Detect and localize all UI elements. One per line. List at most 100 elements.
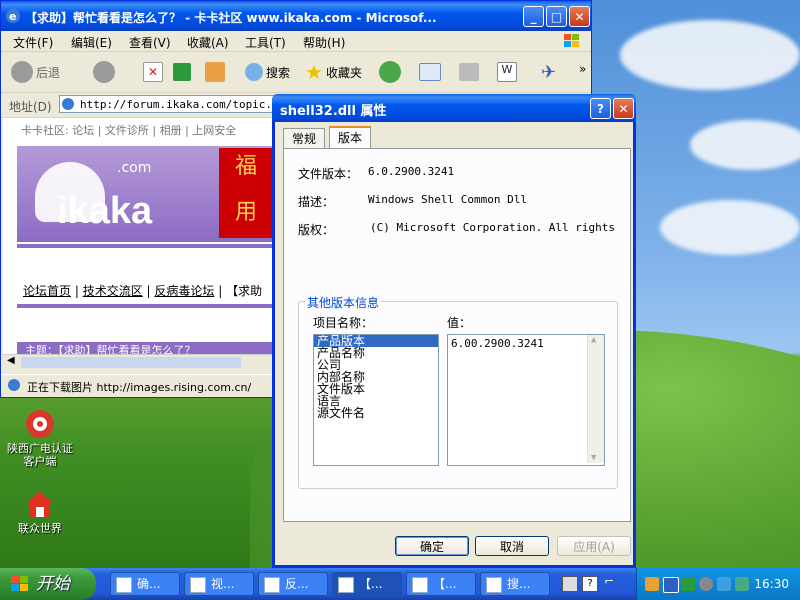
home-button[interactable] — [205, 60, 225, 84]
forward-button[interactable] — [93, 60, 115, 84]
cloud — [660, 200, 800, 255]
menu-tools[interactable]: 工具(T) — [245, 34, 286, 51]
keyboard-icon[interactable] — [562, 576, 578, 592]
scroll-up-icon[interactable]: ▲ — [591, 335, 596, 345]
task-button[interactable]: 搜... — [480, 572, 550, 596]
selected-value: 6.00.2900.3241 — [451, 337, 544, 350]
menu-file[interactable]: 文件(F) — [13, 34, 53, 51]
menu-help[interactable]: 帮助(H) — [303, 34, 345, 51]
site-banner: ikaka .com 福 用 — [17, 146, 273, 242]
task-label: 确... — [137, 577, 161, 591]
task-button[interactable]: 视... — [184, 572, 254, 596]
edit-button[interactable]: W — [497, 60, 517, 84]
list-item[interactable]: 源文件名 — [314, 407, 438, 419]
desktop-icon-label: 陕西广电认证 — [7, 442, 73, 455]
home-icon — [205, 62, 225, 82]
site-top-nav[interactable]: 卡卡社区: 论坛 | 文件诊所 | 相册 | 上网安全 — [21, 122, 236, 138]
properties-dialog: shell32.dll 属性 ? ✕ 常规 版本 文件版本： 6.0.2900.… — [272, 94, 636, 568]
start-label: 开始 — [36, 574, 70, 594]
tray-security-icon[interactable] — [735, 577, 749, 591]
scrollbar-thumb[interactable] — [21, 357, 241, 368]
dialog-title: shell32.dll 属性 — [280, 104, 387, 119]
task-label: 【... — [359, 577, 383, 591]
favorites-button[interactable]: ★ 收藏夹 — [305, 60, 362, 84]
browser-titlebar[interactable]: e 【求助】帮忙看看是怎么了？ - 卡卡社区 www.ikaka.com - M… — [1, 1, 591, 31]
help-button[interactable]: ? — [590, 98, 611, 119]
menu-bar: 文件(F) 编辑(E) 查看(V) 收藏(A) 工具(T) 帮助(H) — [1, 31, 591, 52]
stop-button[interactable]: ✕ — [143, 60, 163, 84]
apply-button[interactable]: 应用(A) — [557, 536, 631, 556]
back-label: 后退 — [36, 65, 61, 80]
print-button[interactable] — [459, 60, 479, 84]
messenger-button[interactable]: ✈ — [541, 60, 556, 84]
task-label: 反... — [285, 577, 309, 591]
task-button[interactable]: 反... — [258, 572, 328, 596]
refresh-button[interactable] — [173, 60, 191, 84]
ad-banner[interactable]: 福 用 — [219, 148, 273, 238]
breadcrumb-home[interactable]: 论坛首页 — [23, 284, 71, 298]
history-button[interactable] — [379, 60, 401, 84]
task-label: 【... — [433, 577, 457, 591]
breadcrumb-tech[interactable]: 技术交流区 — [83, 284, 143, 298]
menu-view[interactable]: 查看(V) — [129, 34, 171, 51]
nav-strip — [17, 244, 273, 278]
status-text: 正在下载图片 http://images.rising.com.cn/ — [27, 381, 252, 394]
back-button[interactable]: 后退 — [11, 60, 60, 84]
close-button[interactable]: ✕ — [569, 6, 590, 27]
scroll-left-icon[interactable]: ◀ — [7, 355, 15, 366]
tray-speaker-icon[interactable] — [699, 577, 713, 591]
stop-icon: ✕ — [143, 62, 163, 82]
menu-edit[interactable]: 编辑(E) — [71, 34, 112, 51]
close-button[interactable]: ✕ — [613, 98, 634, 119]
toolbar: 后退 ✕ 搜索 ★ 收藏夹 W ✈ » — [1, 52, 591, 93]
clock[interactable]: 16:30 — [754, 577, 789, 591]
file-version-value: 6.0.2900.3241 — [368, 165, 455, 178]
breadcrumb-antivirus[interactable]: 反病毒论坛 — [154, 284, 214, 298]
more-chevron-icon[interactable]: » — [579, 62, 586, 76]
cancel-button[interactable]: 取消 — [475, 536, 549, 556]
divider — [17, 304, 273, 308]
desktop-icon-lianzhong[interactable]: 联众世界 — [0, 488, 80, 535]
task-label: 搜... — [507, 577, 531, 591]
search-button[interactable]: 搜索 — [245, 60, 290, 84]
window-icon — [190, 577, 206, 593]
description-label: 描述： — [298, 195, 335, 209]
cloud — [690, 120, 800, 170]
minimize-button[interactable]: _ — [523, 6, 544, 27]
task-button[interactable]: 【... — [332, 572, 402, 596]
ok-button[interactable]: 确定 — [395, 536, 469, 556]
refresh-icon — [173, 63, 191, 81]
tray-network-icon[interactable] — [681, 577, 695, 591]
desktop-icon-shaanxi-client[interactable]: 陕西广电认证 客户端 — [0, 408, 80, 468]
scroll-down-icon[interactable]: ▼ — [591, 453, 596, 463]
cloud — [620, 20, 800, 90]
mail-button[interactable] — [419, 60, 441, 84]
horizontal-scrollbar[interactable]: ◀ — [3, 354, 273, 370]
favorites-label: 收藏夹 — [325, 65, 362, 80]
system-tray: 16:30 — [636, 568, 800, 600]
tray-update-icon[interactable] — [717, 577, 731, 591]
address-label: 地址(D) — [9, 100, 52, 114]
page-icon — [62, 98, 74, 110]
menu-favorites[interactable]: 收藏(A) — [187, 34, 229, 51]
mail-icon — [419, 63, 441, 81]
start-button[interactable]: 开始 — [0, 568, 96, 600]
search-label: 搜索 — [266, 65, 291, 80]
value-textbox[interactable]: 6.00.2900.3241 ▲ ▼ — [447, 334, 605, 466]
maximize-button[interactable]: □ — [546, 6, 567, 27]
tray-input-icon[interactable] — [663, 577, 679, 593]
star-icon: ★ — [305, 60, 323, 84]
tab-general[interactable]: 常规 — [283, 128, 326, 149]
item-name-list[interactable]: 产品版本 产品名称 公司 内部名称 文件版本 语言 源文件名 — [313, 334, 439, 466]
task-button[interactable]: 【... — [406, 572, 476, 596]
tray-qq-icon[interactable] — [645, 577, 659, 591]
help-icon[interactable]: ? — [582, 576, 598, 592]
dialog-titlebar[interactable]: shell32.dll 属性 ? ✕ — [272, 94, 636, 122]
ad-text2: 用 — [234, 200, 257, 225]
vertical-scrollbar[interactable]: ▲ ▼ — [587, 335, 604, 463]
language-bar-icon[interactable]: ⌐ — [604, 574, 614, 588]
copyright-value: (C) Microsoft Corporation. All rights re… — [370, 221, 616, 234]
task-button[interactable]: 确... — [110, 572, 180, 596]
item-name-header: 项目名称： — [313, 316, 374, 330]
svg-text:e: e — [9, 10, 16, 23]
